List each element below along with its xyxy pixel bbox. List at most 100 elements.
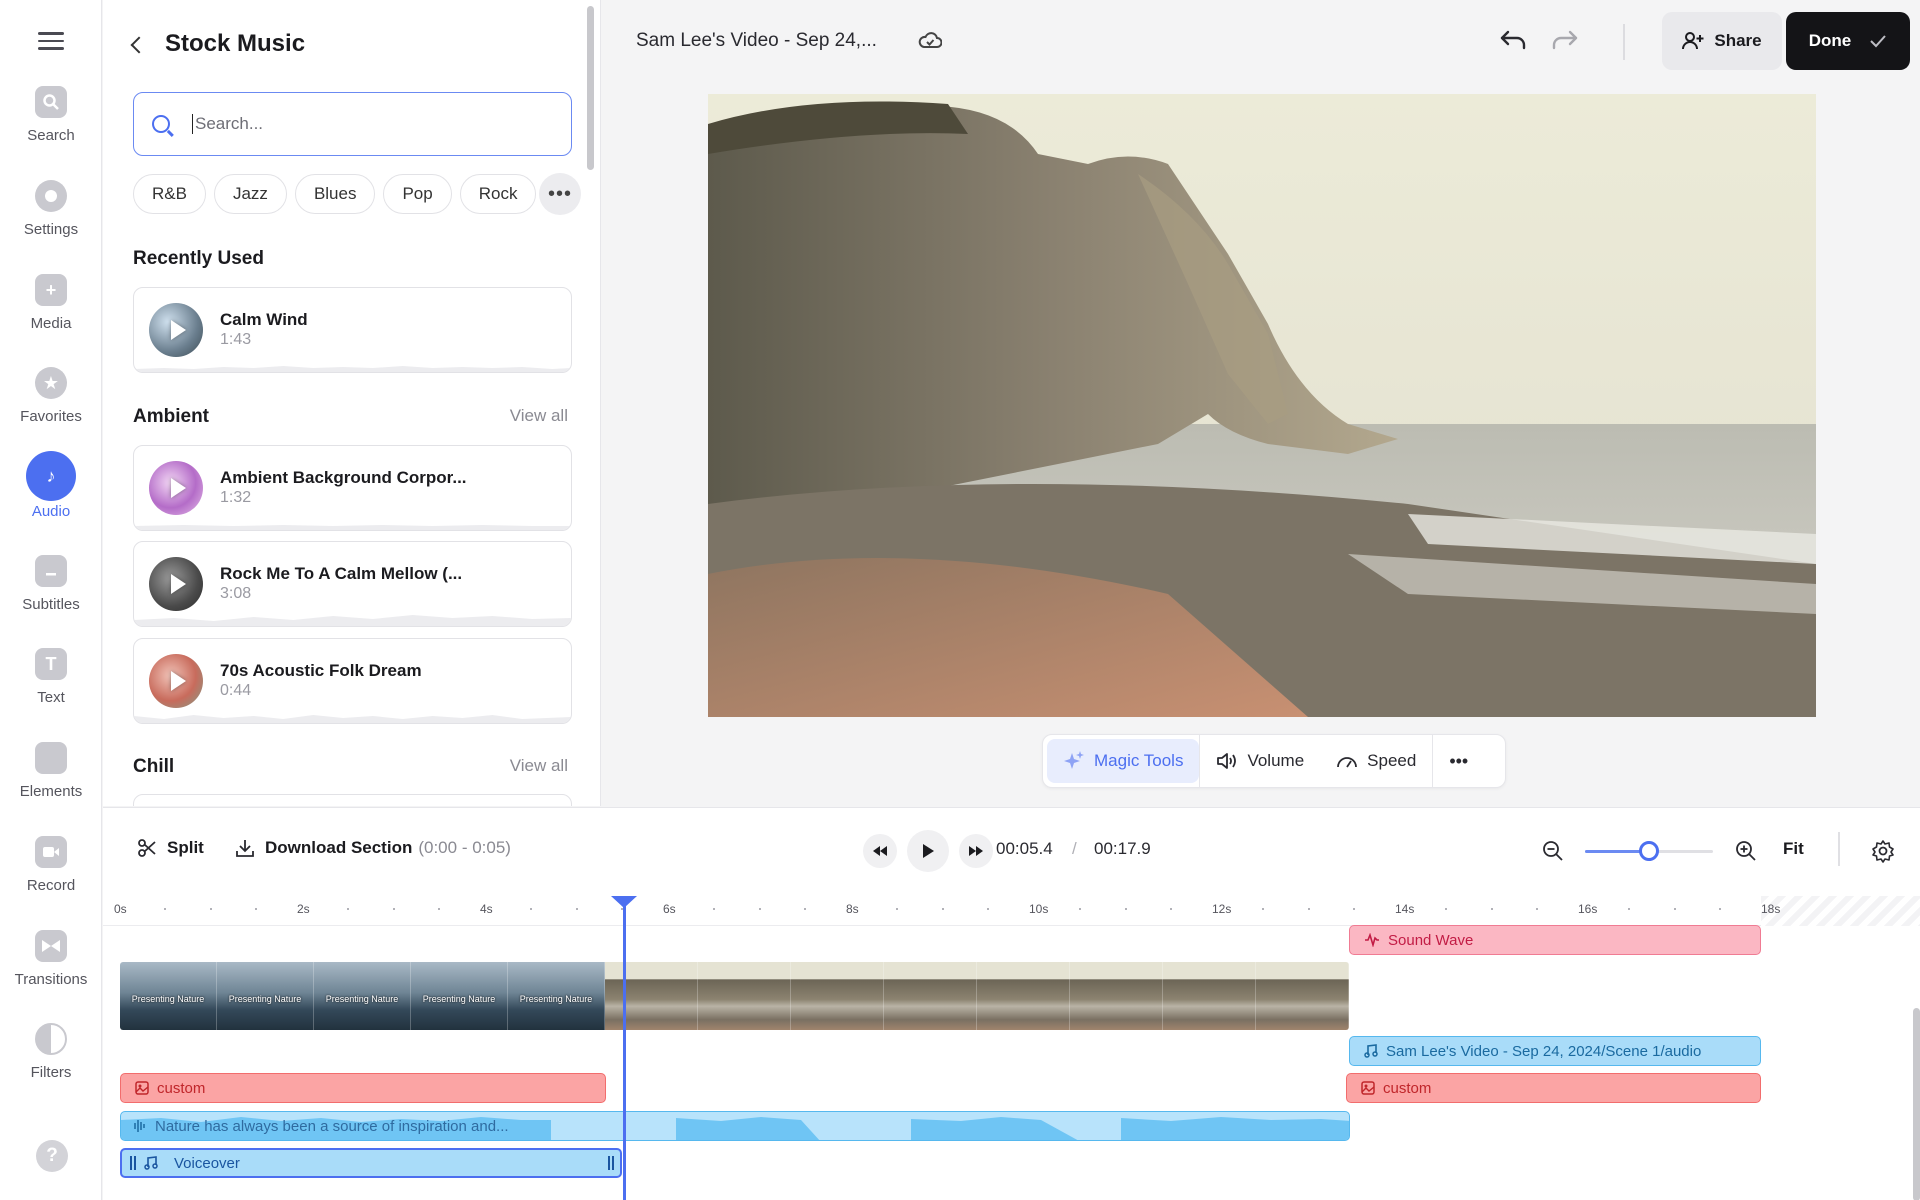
split-button[interactable]: Split [137,838,204,858]
ruler-tick-dot [529,908,532,910]
ruler-tick-dot [895,908,898,910]
share-button[interactable]: Share [1662,12,1782,70]
back-icon[interactable] [130,36,148,54]
track-card[interactable]: 70s Acoustic Folk Dream 0:44 [133,638,572,724]
ruler-tick-dot [987,908,990,910]
ruler-tick-dot [1490,908,1493,910]
time-ruler[interactable]: 0s 2s 4s 6s 8s 10s 12s 14s 16s 18s [103,896,1920,926]
ruler-tick-label: 8s [846,902,859,916]
track-duration: 0:44 [220,682,252,699]
rail-item-transitions[interactable]: Transitions [0,930,102,988]
current-time: 00:05.4 [996,839,1053,858]
ruler-tick-dot [804,908,807,910]
ruler-tick-label: 0s [114,902,127,916]
chip-rnb[interactable]: R&B [133,174,206,214]
volume-label: Volume [1247,751,1305,770]
video-track[interactable]: Presenting Nature Presenting Nature Presen… [120,962,1349,1030]
more-genres-button[interactable]: ••• [539,173,581,215]
track-waveform [134,715,571,723]
rail-item-subtitles[interactable]: Subtitles [0,555,102,613]
track-title: Ambient Background Corpor... [220,468,467,487]
speed-button[interactable]: Speed [1320,739,1432,783]
share-label: Share [1714,31,1762,50]
rail-item-audio[interactable]: ♪ Audio [0,451,102,520]
split-label: Split [167,838,204,857]
magic-tools-label: Magic Tools [1094,751,1184,770]
undo-icon[interactable] [1498,28,1528,54]
zoom-slider[interactable] [1585,841,1713,861]
timeline-scrollbar[interactable] [1913,1008,1920,1200]
image-icon [1361,1081,1375,1095]
panel-scrollbar[interactable] [587,6,594,170]
track-duration: 1:43 [220,331,252,348]
total-time: 00:17.9 [1094,839,1151,858]
done-button[interactable]: Done [1786,12,1910,70]
ruler-tick-label: 14s [1395,902,1415,916]
rail-item-elements[interactable]: Elements [0,742,102,800]
track-thumbnail [149,303,203,357]
chip-blues[interactable]: Blues [294,174,376,214]
chill-view-all[interactable]: View all [510,756,568,776]
play-icon[interactable] [170,671,186,691]
gear-icon[interactable] [1871,839,1895,863]
custom-image-clip[interactable]: custom [1346,1073,1761,1103]
download-section-button[interactable]: Download Section (0:00 - 0:05) [235,838,511,858]
rail-item-media[interactable]: + Media [0,274,102,332]
redo-icon[interactable] [1550,28,1580,54]
rewind-button[interactable] [863,834,897,868]
narration-audio-clip[interactable]: Nature has always been a source of inspi… [120,1111,1350,1141]
ruler-tick-label: 2s [297,902,310,916]
fast-forward-button[interactable] [959,834,993,868]
zoom-out-icon[interactable] [1542,840,1564,862]
track-title: Rock Me To A Calm Mellow (... [220,564,463,583]
chill-title: Chill [133,756,175,777]
track-card[interactable] [133,794,572,806]
help-icon[interactable]: ? [36,1140,68,1172]
ruler-tick-dot [209,908,212,910]
magic-tools-button[interactable]: Magic Tools [1047,739,1200,783]
voiceover-clip[interactable]: Voiceover [120,1148,622,1178]
rail-item-settings[interactable]: Settings [0,180,102,238]
custom-image-clip[interactable]: custom [120,1073,606,1103]
track-duration: 3:08 [220,585,252,602]
more-options-button[interactable]: ••• [1433,739,1484,783]
clip-trim-handle-left[interactable] [130,1156,136,1170]
scene-audio-clip[interactable]: Sam Lee's Video - Sep 24, 2024/Scene 1/a… [1349,1036,1761,1066]
rail-item-text[interactable]: T Text [0,648,102,706]
zoom-slider-knob[interactable] [1639,841,1659,861]
chip-rock[interactable]: Rock [459,174,537,214]
track-card[interactable]: Calm Wind 1:43 [133,287,572,373]
search-box[interactable] [133,92,572,156]
sound-wave-clip[interactable]: Sound Wave [1349,925,1761,955]
rail-item-favorites[interactable]: ★ Favorites [0,367,102,425]
clip-label: custom [157,1079,206,1097]
search-icon [152,115,170,133]
rail-item-search[interactable]: Search [0,86,102,144]
project-title[interactable]: Sam Lee's Video - Sep 24,... [636,30,877,52]
play-icon[interactable] [170,574,186,594]
play-button[interactable] [907,830,949,872]
video-thumbnail [1256,962,1349,1030]
clip-trim-handle-right[interactable] [608,1156,614,1170]
fit-button[interactable]: Fit [1783,839,1804,859]
zoom-in-icon[interactable] [1735,840,1757,862]
video-preview[interactable] [708,94,1816,717]
volume-button[interactable]: Volume [1200,739,1320,783]
search-input[interactable] [192,114,552,134]
playhead-handle[interactable] [611,896,637,908]
fast-forward-icon [969,846,983,856]
play-icon[interactable] [170,320,186,340]
menu-icon[interactable] [38,32,64,52]
rail-label: Elements [19,783,83,800]
chip-pop[interactable]: Pop [383,174,452,214]
rail-item-record[interactable]: Record [0,836,102,894]
play-icon[interactable] [170,478,186,498]
track-card[interactable]: Rock Me To A Calm Mellow (... 3:08 [133,541,572,627]
ambient-view-all[interactable]: View all [510,406,568,426]
playhead[interactable] [623,900,626,1200]
ruler-tick-label: 12s [1212,902,1232,916]
track-card[interactable]: Ambient Background Corpor... 1:32 [133,445,572,531]
chip-jazz[interactable]: Jazz [213,174,287,214]
video-thumbnail [884,962,977,1030]
rail-item-filters[interactable]: Filters [0,1023,102,1081]
